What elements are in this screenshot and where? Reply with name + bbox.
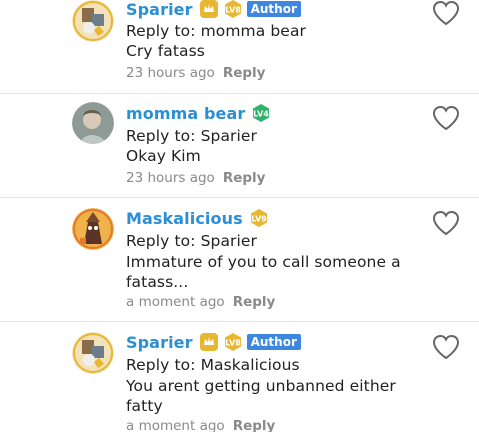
reply-button[interactable]: Reply xyxy=(223,170,266,186)
comment-body-line: Okay Kim xyxy=(126,147,201,165)
avatar[interactable] xyxy=(72,208,114,250)
comment-meta: 23 hours ago Reply xyxy=(126,65,265,81)
comment-item: momma bear LV4 Reply to: Sparier Okay Ki… xyxy=(0,100,479,192)
comment-item: Maskalicious LV9 Reply to: Sparier Immat… xyxy=(0,206,479,318)
name-row: momma bear LV4 xyxy=(126,102,275,124)
comment-body-line: fatass... xyxy=(126,273,189,291)
username[interactable]: Sparier xyxy=(126,0,193,19)
username[interactable]: Maskalicious xyxy=(126,209,243,228)
timestamp: a moment ago xyxy=(126,418,225,432)
divider xyxy=(0,321,479,322)
level-text: LV8 xyxy=(225,339,241,348)
level-text: LV8 xyxy=(225,6,241,15)
level-text: LV9 xyxy=(251,215,267,224)
reply-button[interactable]: Reply xyxy=(233,418,276,432)
level-badge-icon: LV8 xyxy=(223,332,243,352)
like-heart-icon[interactable] xyxy=(432,0,460,26)
level-badge-icon: LV9 xyxy=(249,208,269,228)
divider xyxy=(0,197,479,198)
username[interactable]: momma bear xyxy=(126,104,245,123)
name-row: Sparier LV8 Author xyxy=(126,331,301,353)
comment-body-line: fatty xyxy=(126,397,163,415)
reply-to-text: Reply to: Sparier xyxy=(126,127,258,145)
comment-body-line: You arent getting unbanned either xyxy=(126,377,396,395)
avatar[interactable] xyxy=(72,0,114,42)
name-row: Sparier LV8 Author xyxy=(126,0,301,20)
like-heart-icon[interactable] xyxy=(432,210,460,236)
avatar[interactable] xyxy=(72,102,114,144)
comment-item: Sparier LV8 Author Reply to: Maskaliciou… xyxy=(0,330,479,432)
like-heart-icon[interactable] xyxy=(432,334,460,360)
avatar[interactable] xyxy=(72,332,114,374)
level-badge-icon: LV8 xyxy=(223,0,243,19)
comment-meta: 23 hours ago Reply xyxy=(126,170,265,186)
timestamp: a moment ago xyxy=(126,294,225,310)
comment-meta: a moment ago Reply xyxy=(126,294,275,310)
gold-crown-badge-icon xyxy=(199,332,219,352)
reply-button[interactable]: Reply xyxy=(233,294,276,310)
timestamp: 23 hours ago xyxy=(126,170,215,186)
like-heart-icon[interactable] xyxy=(432,105,460,131)
comment-item: Sparier LV8 Author Reply to: momma bear … xyxy=(0,0,479,92)
name-row: Maskalicious LV9 xyxy=(126,207,273,229)
username[interactable]: Sparier xyxy=(126,333,193,352)
level-text: LV4 xyxy=(253,110,269,119)
timestamp: 23 hours ago xyxy=(126,65,215,81)
reply-button[interactable]: Reply xyxy=(223,65,266,81)
author-badge: Author xyxy=(246,334,301,350)
comment-body-line: Cry fatass xyxy=(126,42,205,60)
gold-crown-badge-icon xyxy=(199,0,219,19)
comment-meta: a moment ago Reply xyxy=(126,418,275,432)
reply-to-text: Reply to: momma bear xyxy=(126,22,307,40)
comment-body-line: Immature of you to call someone a xyxy=(126,253,401,271)
author-badge: Author xyxy=(246,1,301,17)
reply-to-text: Reply to: Maskalicious xyxy=(126,356,300,374)
level-badge-icon: LV4 xyxy=(251,103,271,123)
divider xyxy=(0,93,479,94)
reply-to-text: Reply to: Sparier xyxy=(126,232,258,250)
